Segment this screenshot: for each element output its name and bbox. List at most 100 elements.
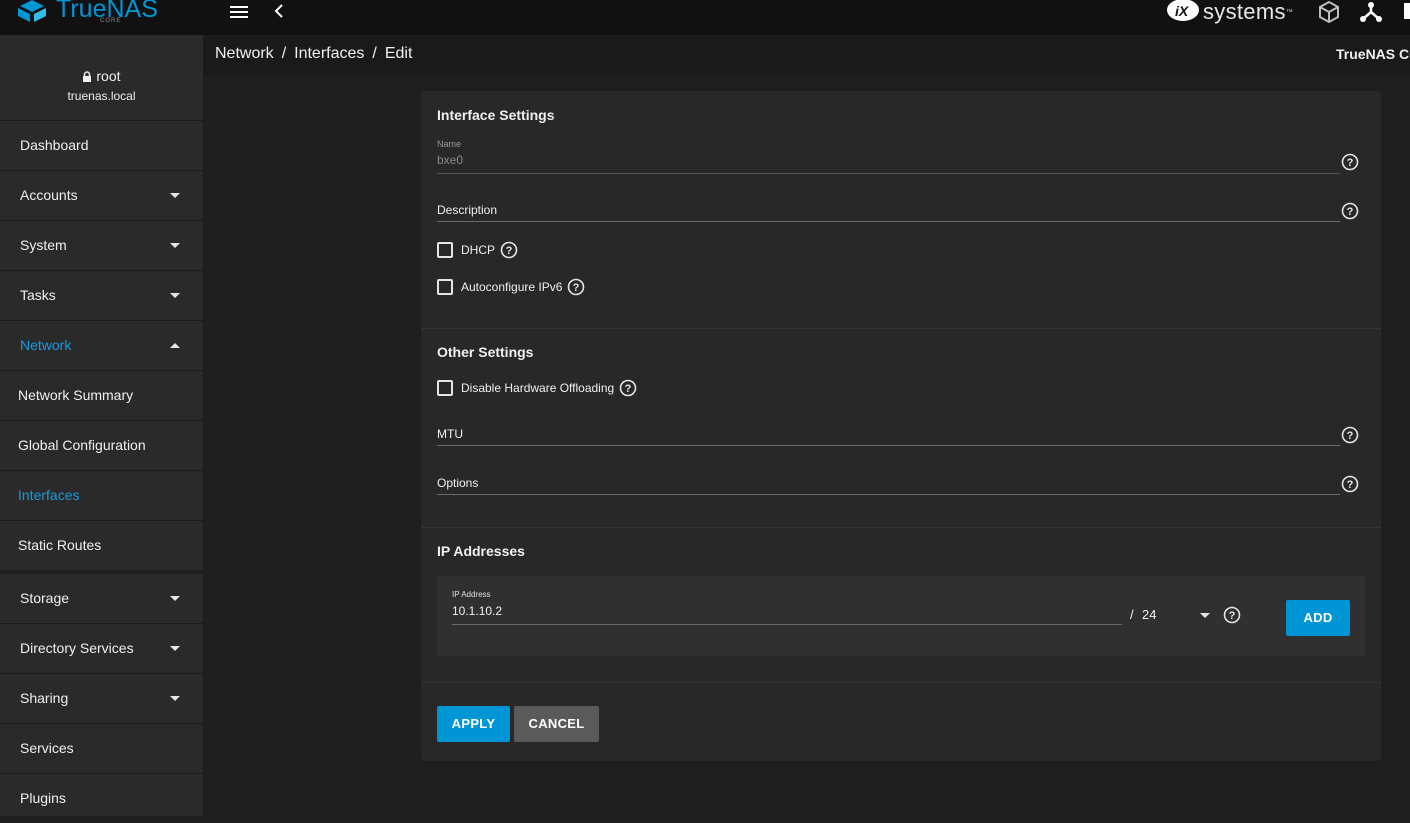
help-icon[interactable]: ?	[500, 241, 518, 259]
name-value: bxe0	[437, 153, 464, 167]
description-field[interactable]: Description	[437, 199, 1340, 223]
truecommand-icon[interactable]	[1317, 0, 1341, 24]
sidebar-item-label: Interfaces	[18, 487, 80, 503]
sidebar-item-accounts[interactable]: Accounts	[0, 171, 203, 221]
interface-settings-title: Interface Settings	[437, 107, 555, 123]
netmask-select[interactable]: 24	[1142, 607, 1156, 622]
ip-addresses-title: IP Addresses	[437, 543, 525, 559]
directory-services-icon[interactable]	[1359, 0, 1383, 24]
sidebar-item-network[interactable]: Network	[0, 321, 203, 371]
caret-down-icon	[170, 596, 180, 601]
sidebar-item-label: Global Configuration	[18, 437, 146, 453]
sidebar-item-network-summary[interactable]: Network Summary	[0, 371, 203, 421]
options-underline	[437, 494, 1340, 495]
caret-up-icon	[170, 343, 180, 348]
svg-text:?: ?	[625, 383, 632, 395]
mtu-underline	[437, 445, 1340, 446]
svg-text:iX: iX	[1175, 3, 1190, 19]
breadcrumb-separator: /	[372, 45, 377, 62]
svg-text:?: ?	[1229, 610, 1236, 622]
disable-offloading-label: Disable Hardware Offloading	[461, 381, 615, 395]
help-icon[interactable]: ?	[567, 278, 585, 296]
caret-down-icon	[170, 696, 180, 701]
sidebar-item-dashboard[interactable]: Dashboard	[0, 121, 203, 171]
sidebar-item-interfaces[interactable]: Interfaces	[0, 471, 203, 521]
ix-badge-icon: iX	[1167, 0, 1199, 21]
chevron-left-icon[interactable]	[272, 3, 286, 19]
apply-button[interactable]: APPLY	[437, 706, 510, 742]
sidebar-item-storage[interactable]: Storage	[0, 574, 203, 624]
ixsystems-logo[interactable]: iX systems ™	[1166, 0, 1293, 24]
product-name: TrueNAS CORE	[1336, 46, 1410, 62]
sidebar-item-sharing[interactable]: Sharing	[0, 674, 203, 724]
ip-address-row: IP Address 10.1.10.2 / 24 ? ADD	[437, 576, 1365, 656]
ip-address-input[interactable]: 10.1.10.2	[452, 604, 502, 618]
autoconfigure-ipv6-checkbox[interactable]	[437, 279, 453, 295]
help-icon[interactable]: ?	[1223, 606, 1241, 624]
sidebar-item-label: Network Summary	[18, 387, 134, 403]
interface-edit-card: Interface Settings Name bxe0 ? Descripti…	[421, 91, 1381, 761]
help-icon[interactable]: ?	[1341, 426, 1359, 444]
cancel-button[interactable]: CANCEL	[514, 706, 599, 742]
mtu-field[interactable]: MTU	[437, 423, 1340, 447]
mtu-label: MTU	[437, 427, 463, 441]
sidebar-item-static-routes[interactable]: Static Routes	[0, 521, 203, 570]
help-icon[interactable]: ?	[1341, 202, 1359, 220]
sidebar-item-directory-services[interactable]: Directory Services	[0, 624, 203, 674]
user-name: root	[96, 68, 121, 84]
section-divider	[421, 527, 1381, 528]
user-box: root truenas.local	[0, 35, 203, 121]
more-icon[interactable]	[1404, 0, 1410, 24]
description-label: Description	[437, 203, 498, 217]
sidebar-item-label: Storage	[20, 590, 70, 606]
dhcp-checkbox[interactable]	[437, 242, 453, 258]
svg-text:?: ?	[506, 245, 513, 257]
svg-text:?: ?	[1347, 157, 1354, 169]
caret-down-icon[interactable]	[1200, 613, 1210, 618]
dhcp-label: DHCP	[461, 243, 496, 257]
help-icon[interactable]: ?	[1341, 475, 1359, 493]
sidebar-item-label: Sharing	[20, 690, 69, 706]
sidebar-item-global-configuration[interactable]: Global Configuration	[0, 421, 203, 471]
name-label: Name	[437, 139, 462, 149]
breadcrumb-interfaces[interactable]: Interfaces	[294, 45, 364, 62]
user-host: truenas.local	[67, 89, 136, 103]
disable-offloading-row[interactable]: Disable Hardware Offloading ?	[437, 379, 637, 397]
sidebar-item-label: Network	[20, 337, 72, 353]
truenas-logo-icon	[18, 0, 46, 22]
add-ip-button[interactable]: ADD	[1286, 600, 1350, 636]
autoconfigure-ipv6-row[interactable]: Autoconfigure IPv6 ?	[437, 278, 585, 296]
options-label: Options	[437, 476, 479, 490]
sidebar-item-label: Plugins	[20, 790, 66, 806]
sidebar-item-label: Services	[20, 740, 74, 756]
vendor-tm: ™	[1285, 8, 1293, 16]
breadcrumb-network[interactable]: Network	[215, 45, 274, 62]
truenas-logo[interactable]: TrueNAS CORE	[14, 0, 158, 24]
disable-offloading-checkbox[interactable]	[437, 380, 453, 396]
sidebar-item-label: Tasks	[20, 287, 56, 303]
sidebar-item-tasks[interactable]: Tasks	[0, 271, 203, 321]
help-icon[interactable]: ?	[1341, 153, 1359, 171]
breadcrumb-edit: Edit	[384, 45, 413, 62]
caret-down-icon	[170, 646, 180, 651]
breadcrumb-bar: Network / Interfaces / Edit TrueNAS CORE	[203, 35, 1410, 75]
menu-icon[interactable]	[229, 3, 249, 19]
sidebar-item-label: Static Routes	[18, 537, 102, 553]
sidebar-item-label: Accounts	[20, 187, 78, 203]
caret-down-icon	[170, 243, 180, 248]
dhcp-checkbox-row[interactable]: DHCP ?	[437, 241, 518, 259]
top-bar: TrueNAS CORE iX systems ™	[0, 0, 1410, 35]
svg-text:?: ?	[1347, 479, 1354, 491]
description-underline	[437, 221, 1340, 222]
caret-down-icon	[170, 193, 180, 198]
other-settings-title: Other Settings	[437, 344, 534, 360]
options-field[interactable]: Options	[437, 472, 1340, 496]
sidebar-item-services[interactable]: Services	[0, 724, 203, 774]
help-icon[interactable]: ?	[619, 379, 637, 397]
ip-address-label: IP Address	[452, 590, 491, 599]
ip-address-underline	[452, 624, 1122, 625]
netmask-slash: /	[1130, 607, 1134, 622]
sidebar-item-label: System	[20, 237, 67, 253]
user-name-row: root	[0, 68, 203, 84]
sidebar-item-system[interactable]: System	[0, 221, 203, 271]
